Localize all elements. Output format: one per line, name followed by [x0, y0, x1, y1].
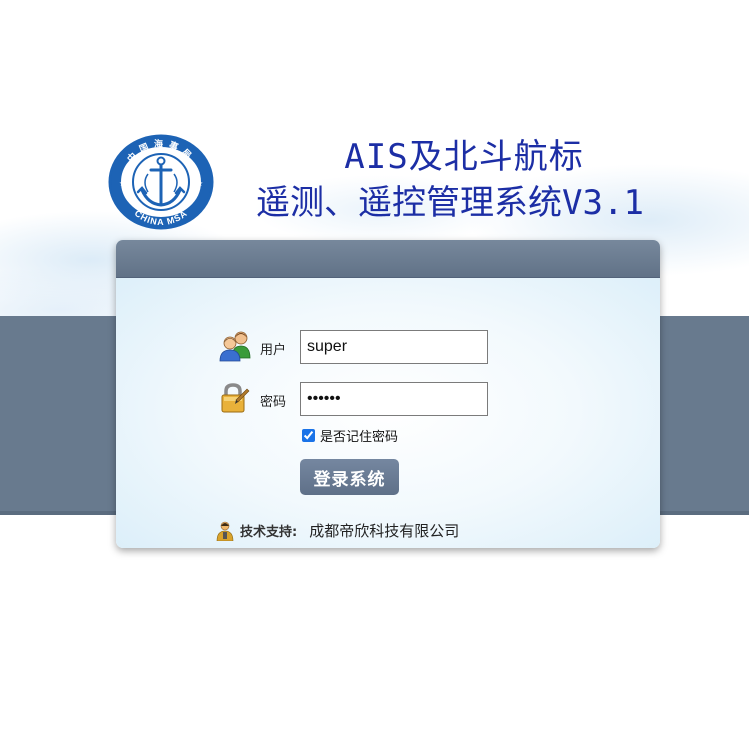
- system-title: AIS及北斗航标 遥测、遥控管理系统V3.1: [230, 140, 670, 220]
- support-company: 成都帝欣科技有限公司: [309, 522, 460, 540]
- title-line-1: AIS及北斗航标: [344, 137, 584, 177]
- users-icon: [219, 331, 251, 362]
- login-panel-header: [116, 240, 660, 278]
- padlock-icon: [221, 383, 250, 413]
- support-label: 技术支持:: [240, 525, 298, 540]
- support-person-icon: [216, 521, 234, 541]
- svg-text:★: ★: [119, 179, 126, 188]
- remember-password[interactable]: 是否记住密码: [302, 426, 398, 445]
- title-line-2: 遥测、遥控管理系统V3.1: [256, 183, 644, 223]
- password-input[interactable]: [300, 382, 488, 416]
- remember-password-label: 是否记住密码: [320, 430, 399, 445]
- password-label: 密码: [260, 395, 287, 410]
- svg-text:★: ★: [196, 179, 203, 188]
- login-panel: 用户 密码 是否记住密码 登录系统 技术支持: 成都帝欣科技有限公司: [116, 240, 660, 548]
- username-input[interactable]: [300, 330, 488, 364]
- login-button[interactable]: 登录系统: [300, 459, 399, 495]
- tech-support: 技术支持: 成都帝欣科技有限公司: [216, 520, 459, 541]
- remember-password-checkbox[interactable]: [302, 429, 315, 442]
- anchor-emblem-icon: 中国海事局 CHINA MSA ★ ★: [108, 134, 214, 230]
- username-label: 用户: [260, 343, 287, 358]
